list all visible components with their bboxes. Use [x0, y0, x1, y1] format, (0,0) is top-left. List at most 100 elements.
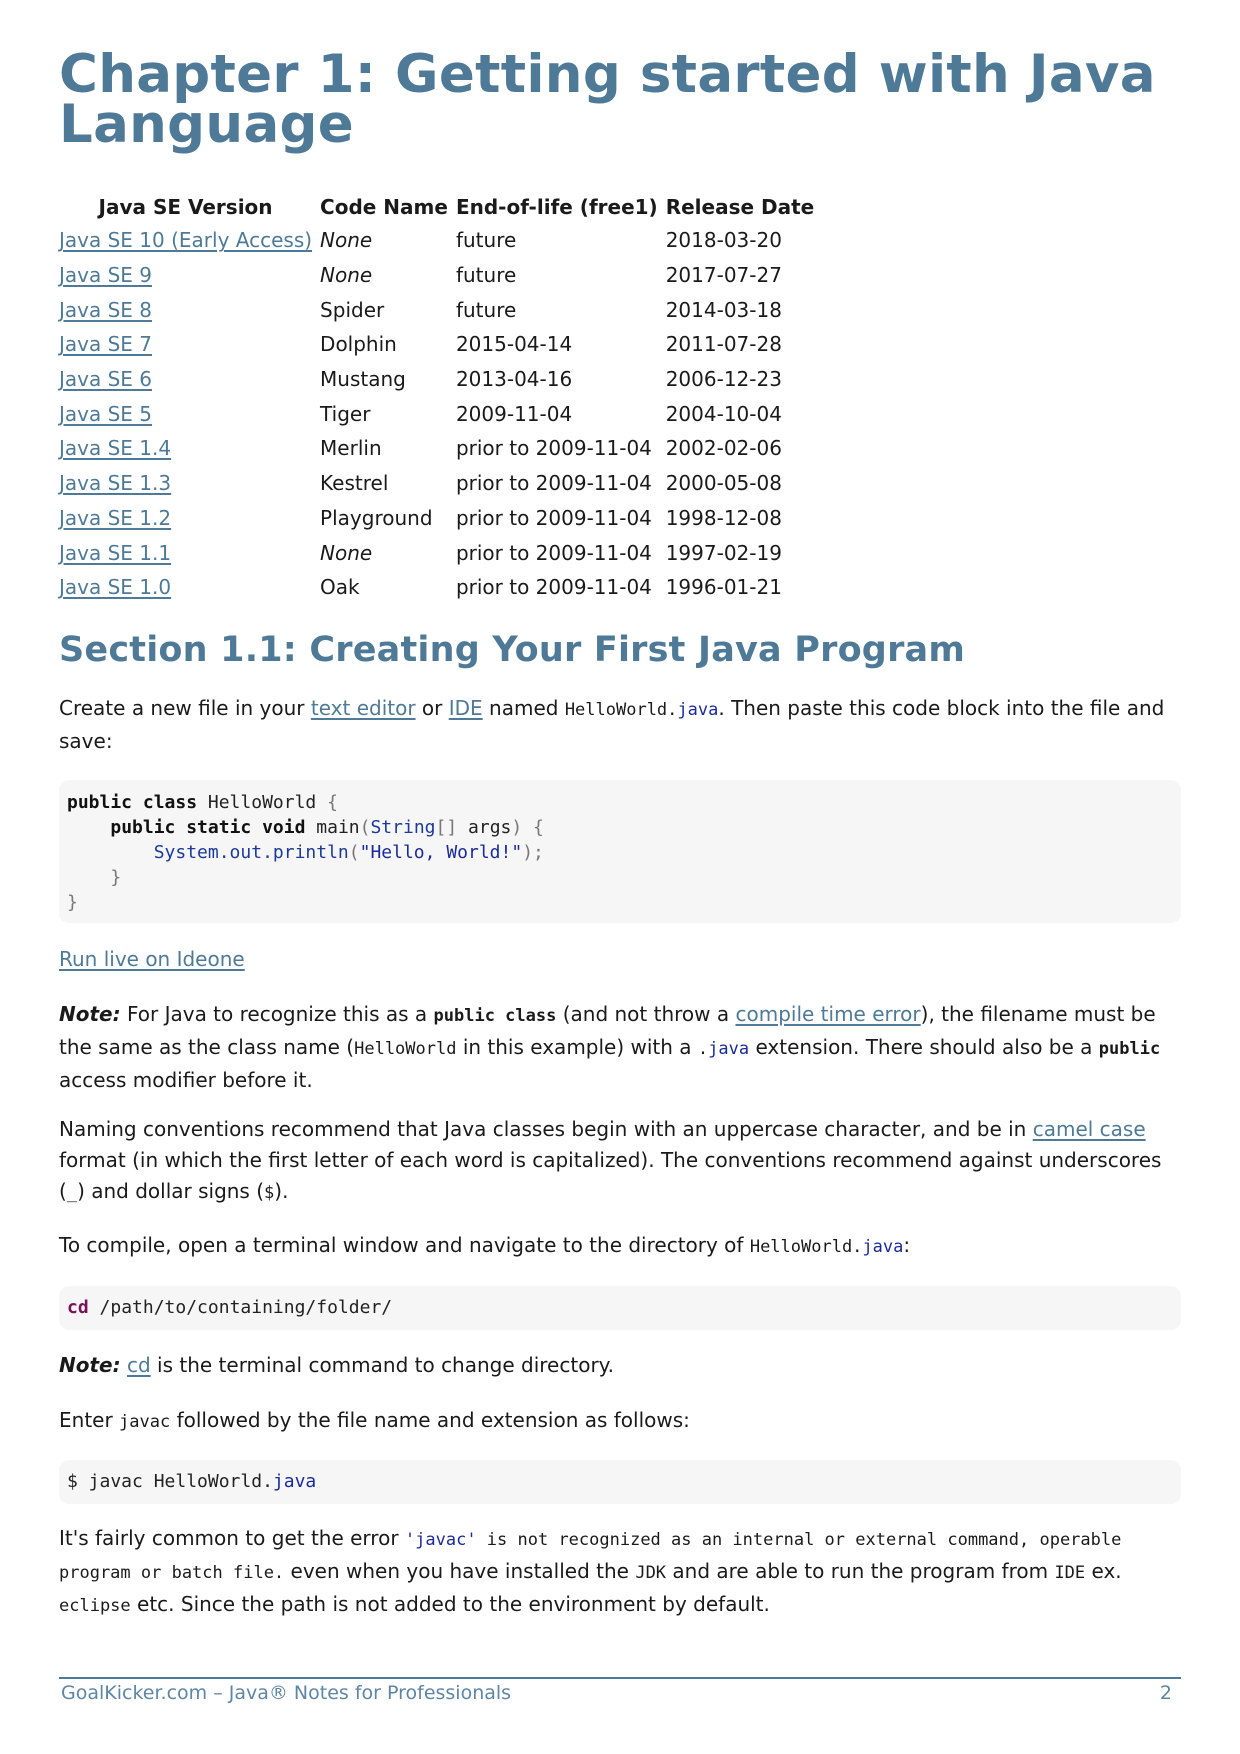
eol-cell: prior to 2009-11-04 — [455, 575, 652, 600]
code-token: $ javac HelloWorld. — [67, 1471, 273, 1492]
version-link-cell[interactable]: Java SE 1.4 — [59, 431, 320, 466]
version-link-cell[interactable]: Java SE 9 — [59, 258, 320, 293]
header-version: Java SE Version — [98, 194, 273, 219]
java-version-link[interactable]: Java SE 9 — [59, 263, 152, 287]
note-label: Note: — [59, 1002, 121, 1026]
java-version-link[interactable]: Java SE 1.0 — [59, 575, 171, 599]
code-token: ) { — [511, 817, 544, 838]
code-run: 'javac' — [404, 1530, 477, 1550]
java-version-link[interactable]: Java SE 7 — [59, 332, 152, 356]
code-token: { — [327, 792, 338, 813]
inline-code: JDK — [635, 1563, 667, 1583]
inline-code: _ — [66, 1183, 78, 1203]
code-line: public class HelloWorld { — [67, 790, 1173, 815]
code-token: args — [457, 817, 512, 838]
version-link-cell[interactable]: Java SE 6 — [59, 362, 320, 397]
table-row: Java SE 7 Dolphin 2015-04-14 2011-07-28 — [59, 327, 822, 362]
text-run: named — [482, 696, 565, 720]
table-row: Java SE 1.0 Oak prior to 2009-11-04 1996-01… — [59, 570, 822, 605]
code-name-cell: Mustang — [320, 367, 406, 392]
run-live-link[interactable]: Run live on Ideone — [59, 947, 245, 971]
javac-code-block: $ javac HelloWorld.java — [59, 1460, 1181, 1504]
chapter-title: Chapter 1: Getting started with Java Lan… — [59, 44, 1156, 155]
text-run: or — [415, 696, 449, 720]
text-run: It's fairly common to get the error — [59, 1526, 405, 1550]
release-date-cell: 1998-12-08 — [665, 505, 782, 530]
code-name-cell: None — [320, 263, 373, 288]
text-run: For Java to recognize this as a — [120, 1002, 434, 1026]
code-token: ( — [359, 817, 371, 838]
eol-cell: future — [455, 228, 517, 253]
header-eol: End-of-life (free1) — [455, 194, 658, 219]
table-row: Java SE 6 Mustang 2013-04-16 2006-12-23 — [59, 362, 822, 397]
java-version-link[interactable]: Java SE 10 (Early Access) — [59, 228, 312, 252]
code-token: java — [272, 1471, 317, 1492]
text-run: is the terminal command to change direct… — [150, 1353, 615, 1377]
java-version-link[interactable]: Java SE 6 — [59, 367, 152, 391]
code-line: System.out.println("Hello, World!"); — [67, 840, 1173, 865]
eol-cell: prior to 2009-11-04 — [455, 505, 652, 530]
inline-code: public class — [434, 1006, 557, 1026]
code-name-cell: Kestrel — [320, 471, 389, 496]
text-run: ). — [274, 1179, 289, 1203]
release-date-cell: 2000-05-08 — [665, 471, 782, 496]
version-link-cell[interactable]: Java SE 1.3 — [59, 466, 320, 501]
text-run: Create a new file in your — [59, 696, 311, 720]
eol-cell: prior to 2009-11-04 — [455, 471, 652, 496]
version-link-cell[interactable]: Java SE 8 — [59, 292, 320, 327]
hello-world-code-block: public class HelloWorld { public static … — [59, 780, 1181, 923]
java-version-link[interactable]: Java SE 1.4 — [59, 436, 171, 460]
text-run: followed by the file name and extension … — [170, 1408, 690, 1432]
code-run: java — [862, 1237, 904, 1257]
camel-case-link[interactable]: camel case — [1033, 1117, 1146, 1141]
eol-cell: prior to 2009-11-04 — [455, 540, 652, 565]
eol-cell: future — [455, 263, 517, 288]
release-date-cell: 2014-03-18 — [665, 297, 782, 322]
intro-paragraph: Create a new file in your text editor or… — [59, 693, 1181, 757]
version-link-cell[interactable]: Java SE 10 (Early Access) — [59, 223, 320, 258]
version-link-cell[interactable]: Java SE 7 — [59, 327, 320, 362]
code-token: System.out.println — [153, 842, 349, 863]
table-row: Java SE 5 Tiger 2009-11-04 2004-10-04 — [59, 396, 822, 431]
java-version-link[interactable]: Java SE 8 — [59, 298, 152, 322]
text-editor-link[interactable]: text editor — [311, 696, 416, 720]
javac-error-paragraph: It's fairly common to get the error 'jav… — [59, 1523, 1181, 1622]
java-version-link[interactable]: Java SE 1.2 — [59, 506, 171, 530]
table-row: Java SE 1.3 Kestrel prior to 2009-11-04 200… — [59, 466, 822, 501]
code-token: ); — [522, 842, 544, 863]
version-link-cell[interactable]: Java SE 1.1 — [59, 535, 320, 570]
cd-link[interactable]: cd — [127, 1353, 151, 1377]
release-date-cell: 2018-03-20 — [665, 228, 782, 253]
code-run: HelloWorld. — [564, 700, 678, 720]
table-row: Java SE 1.1 None prior to 2009-11-04 1997-0… — [59, 535, 822, 570]
note-cd-paragraph: Note: cd is the terminal command to chan… — [59, 1350, 1181, 1381]
version-link-cell[interactable]: Java SE 1.2 — [59, 501, 320, 536]
inline-code: eclipse — [59, 1596, 131, 1616]
cd-code-block: cd /path/to/containing/folder/ — [59, 1286, 1181, 1330]
text-run: Naming conventions recommend that Java c… — [59, 1117, 1033, 1141]
text-run: : — [903, 1233, 911, 1257]
code-name-cell: Dolphin — [320, 332, 397, 357]
java-version-link[interactable]: Java SE 5 — [59, 402, 152, 426]
java-versions-table: Java SE Version Code Name End-of-life (f… — [59, 193, 822, 605]
compile-time-error-link[interactable]: compile time error — [735, 1002, 920, 1026]
table-row: Java SE 1.4 Merlin prior to 2009-11-04 2002… — [59, 431, 822, 466]
code-token: String — [370, 817, 436, 838]
version-link-cell[interactable]: Java SE 5 — [59, 396, 320, 431]
code-token: public class — [67, 792, 198, 813]
text-run: (and not throw a — [556, 1002, 736, 1026]
release-date-cell: 2011-07-28 — [665, 332, 782, 357]
section-title: Section 1.1: Creating Your First Java Pr… — [59, 630, 966, 670]
code-name-cell: Merlin — [320, 436, 382, 461]
code-run: . — [697, 1039, 709, 1059]
eol-cell: 2015-04-14 — [455, 332, 573, 357]
version-link-cell[interactable]: Java SE 1.0 — [59, 570, 320, 605]
java-version-link[interactable]: Java SE 1.1 — [59, 541, 171, 565]
release-date-cell: 2006-12-23 — [665, 367, 782, 392]
footer-divider — [59, 1677, 1181, 1679]
java-version-link[interactable]: Java SE 1.3 — [59, 471, 171, 495]
ide-link[interactable]: IDE — [449, 696, 483, 720]
release-date-cell: 2002-02-06 — [665, 436, 782, 461]
table-row: Java SE 1.2 Playground prior to 2009-11-04… — [59, 501, 822, 536]
code-token: cd — [67, 1297, 89, 1318]
